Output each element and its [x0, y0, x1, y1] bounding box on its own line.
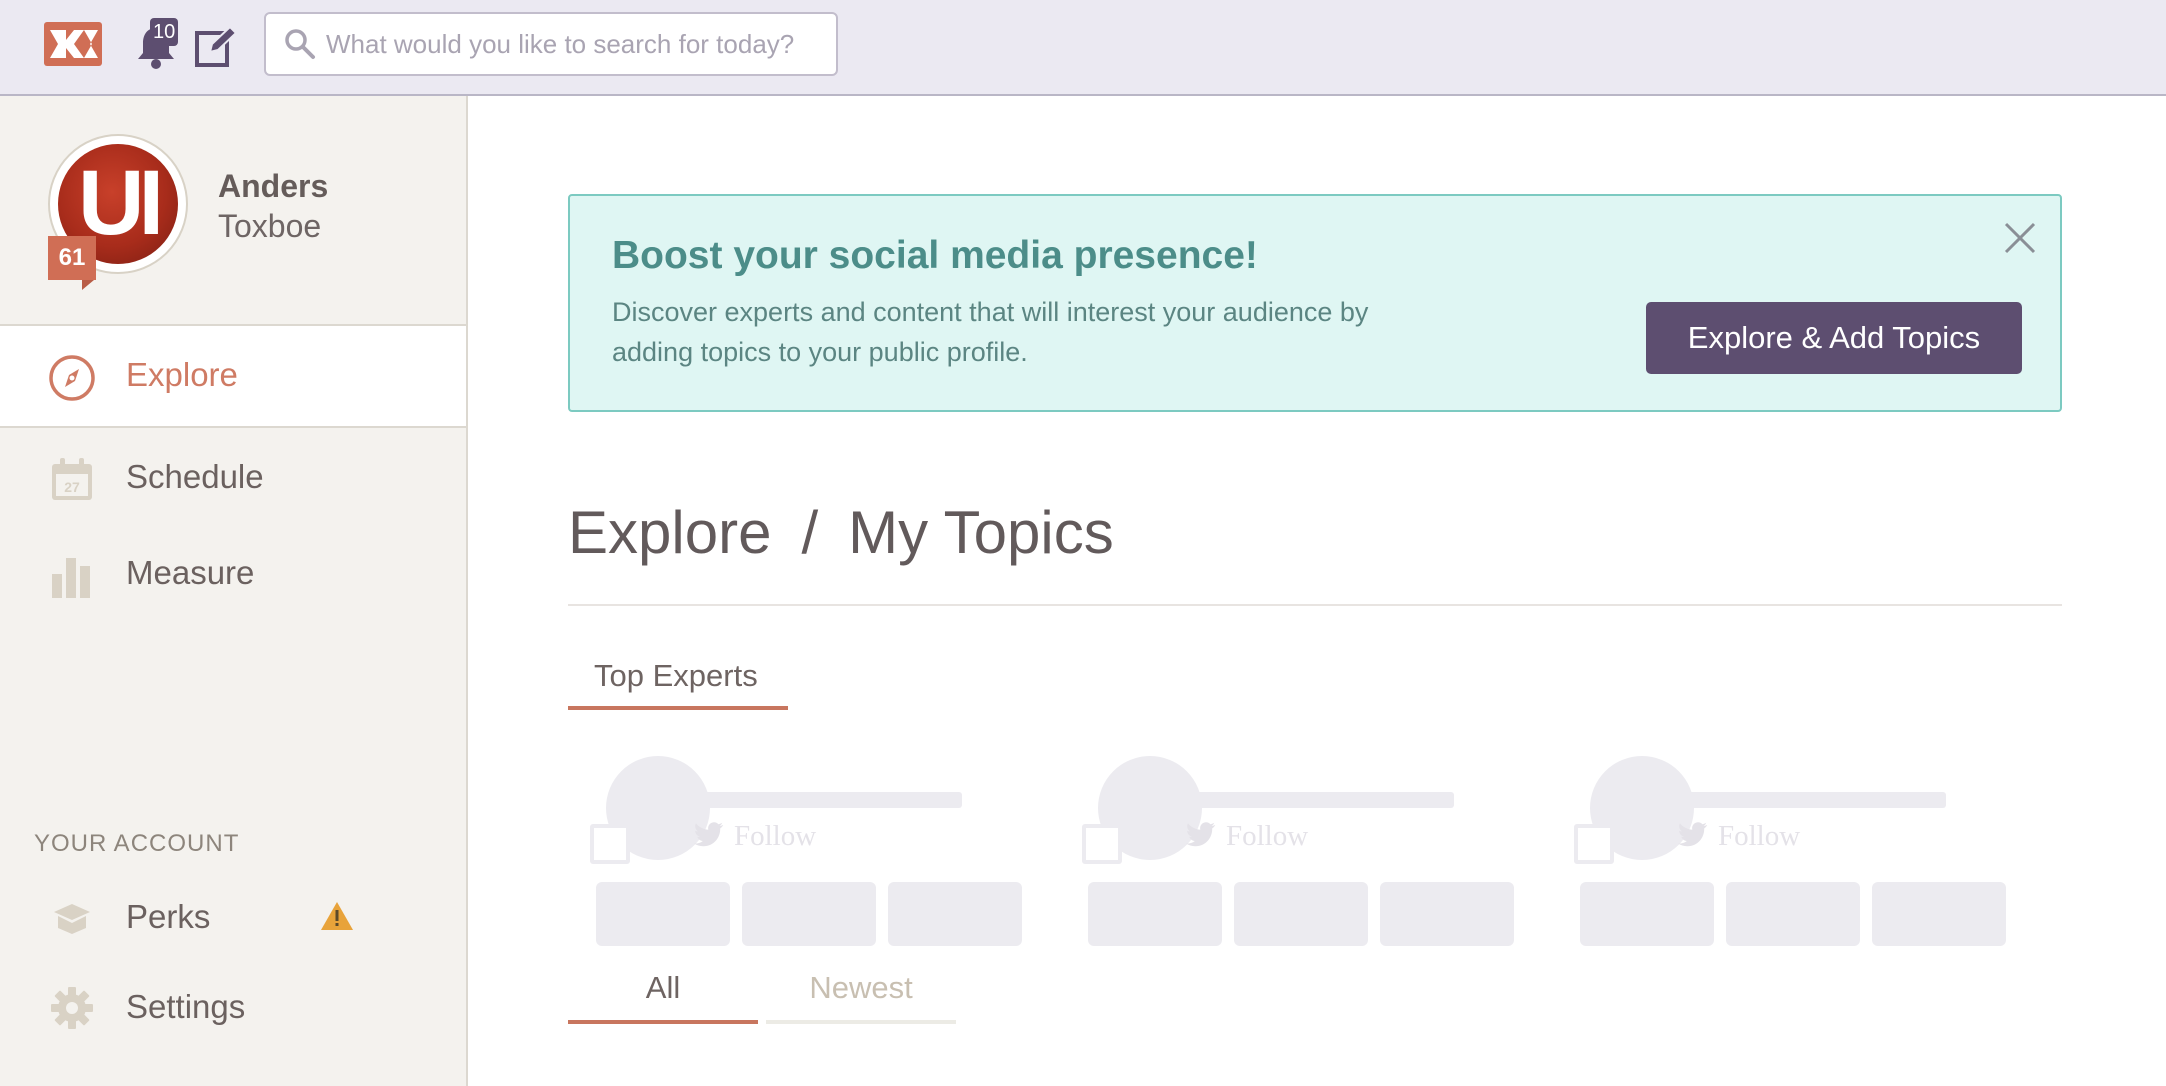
search-box[interactable]: [264, 12, 838, 76]
sidebar-item-explore[interactable]: Explore: [0, 326, 466, 428]
sidebar-item-schedule[interactable]: 27 Schedule: [0, 428, 466, 528]
sidebar-item-label: Perks: [126, 898, 211, 935]
expert-name-placeholder: [694, 792, 962, 808]
expert-score-placeholder: [1082, 824, 1122, 864]
explore-add-topics-button[interactable]: Explore & Add Topics: [1646, 302, 2022, 374]
follow-button[interactable]: Follow: [694, 820, 816, 853]
stat-placeholder: [1726, 882, 1860, 946]
klout-logo[interactable]: [44, 22, 102, 66]
expert-card-placeholder: Follow: [1552, 756, 2006, 950]
breadcrumb-root[interactable]: Explore: [568, 499, 771, 566]
tab-label: All: [645, 970, 681, 1005]
search-input[interactable]: [326, 22, 826, 66]
expert-name-placeholder: [1678, 792, 1946, 808]
stat-placeholder: [742, 882, 876, 946]
banner-title: Boost your social media presence!: [612, 234, 1258, 277]
klout-score-badge: 61: [48, 236, 96, 290]
tab-label: Top Experts: [594, 658, 758, 693]
sidebar-item-label: Schedule: [126, 458, 264, 495]
stat-placeholder: [596, 882, 730, 946]
stat-placeholder: [1234, 882, 1368, 946]
bar-chart-icon: [52, 558, 90, 598]
sidebar: UI 61 Anders Toxboe Explore 27 Schedule: [0, 96, 468, 1086]
profile-last-name: Toxboe: [218, 208, 322, 244]
your-account-heading: YOUR ACCOUNT: [34, 830, 240, 857]
promo-banner: Boost your social media presence! Discov…: [568, 194, 2062, 412]
warning-icon: [321, 902, 353, 930]
breadcrumb: Explore / My Topics: [568, 498, 1114, 567]
tab-all[interactable]: All: [568, 962, 758, 1024]
tab-newest[interactable]: Newest: [766, 962, 956, 1024]
twitter-icon: [694, 822, 724, 847]
profile-card[interactable]: UI 61 Anders Toxboe: [0, 96, 466, 326]
breadcrumb-current: My Topics: [848, 499, 1114, 566]
gear-icon: [51, 987, 93, 1029]
close-icon[interactable]: [2000, 218, 2040, 258]
stat-placeholder: [1088, 882, 1222, 946]
tab-label: Newest: [809, 970, 913, 1005]
stat-placeholder: [1380, 882, 1514, 946]
compose-icon[interactable]: [194, 24, 238, 68]
twitter-icon: [1678, 822, 1708, 847]
search-icon: [285, 29, 315, 59]
stat-placeholder: [1580, 882, 1714, 946]
sidebar-item-perks[interactable]: Perks: [0, 876, 466, 956]
sidebar-item-settings[interactable]: Settings: [0, 966, 466, 1046]
sidebar-item-label: Measure: [126, 554, 255, 591]
expert-name-placeholder: [1186, 792, 1454, 808]
divider: [568, 604, 2062, 606]
stat-placeholder: [1872, 882, 2006, 946]
top-bar: 10: [0, 0, 2166, 96]
gift-icon: [54, 904, 90, 934]
svg-text:27: 27: [64, 479, 80, 495]
profile-first-name: Anders: [218, 168, 329, 204]
banner-description: Discover experts and content that will i…: [612, 297, 1369, 367]
compass-icon: [49, 355, 95, 401]
expert-score-placeholder: [590, 824, 630, 864]
sidebar-item-measure[interactable]: Measure: [0, 524, 466, 624]
notification-count-badge: 10: [150, 18, 179, 46]
twitter-icon: [1186, 822, 1216, 847]
expert-score-placeholder: [1574, 824, 1614, 864]
calendar-icon: 27: [52, 458, 92, 500]
stat-placeholder: [888, 882, 1022, 946]
expert-card-placeholder: Follow: [568, 756, 1022, 950]
breadcrumb-separator: /: [801, 499, 819, 566]
follow-button[interactable]: Follow: [1186, 820, 1308, 853]
sidebar-item-label: Settings: [126, 988, 246, 1025]
sidebar-item-label: Explore: [126, 356, 238, 393]
expert-card-placeholder: Follow: [1060, 756, 1514, 950]
tab-top-experts[interactable]: Top Experts: [568, 654, 788, 710]
follow-button[interactable]: Follow: [1678, 820, 1800, 853]
